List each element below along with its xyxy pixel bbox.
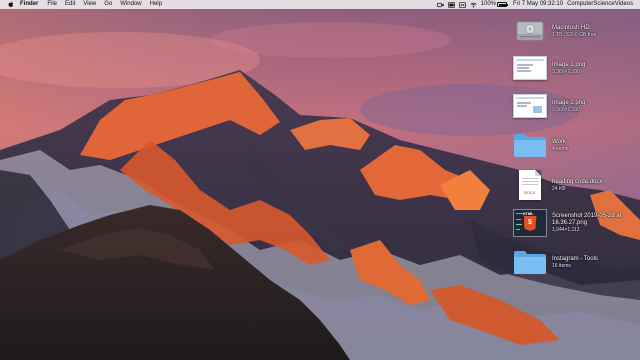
menu-bar-user-name[interactable]: ComputerScienceVideos [567, 0, 633, 9]
desktop-icon-macintosh-hd[interactable]: Macintosh HD 1 TB, 320.6 GB free [511, 14, 636, 48]
desktop-icon-info: 3,360×2,100 [552, 106, 580, 113]
html5-logo-icon: 5 [523, 216, 537, 231]
folder-icon [513, 134, 546, 157]
desktop-icon-name: Image 1.png [552, 61, 586, 68]
desktop-icon-name: heading code.docx [552, 178, 603, 185]
docx-document-icon: DOCX [518, 170, 541, 200]
battery-percentage[interactable]: 100% [481, 0, 496, 9]
desktop-icon-screenshot-png[interactable]: HTML 5 Screenshot 2019-05-28 at 16.36.27… [511, 206, 636, 240]
desktop-icon-info: 1 TB, 320.6 GB free [552, 31, 597, 38]
desktop-icon-heading-code-docx[interactable]: DOCX heading code.docx 24 KB [511, 168, 636, 202]
screenshot-thumbnail [512, 56, 547, 80]
menu-edit[interactable]: Edit [65, 0, 75, 9]
desktop-icon-work-folder[interactable]: Work 4 items [511, 128, 636, 162]
desktop-icon-name: Work [552, 138, 566, 145]
desktop-icon-info: 16 items [552, 262, 571, 269]
menu-bar-status-area: 100% Fri 7 May 09:32:10 ComputerScienceV… [434, 0, 636, 9]
teamviewer-icon[interactable] [458, 0, 467, 9]
desktop-icon-info: 1,944×1,112 [552, 227, 580, 233]
desktop-icon-instagram-tools-folder[interactable]: Instagram - Tools 16 items [511, 245, 636, 279]
desktop-icon-name: Image 2.png [552, 99, 586, 106]
camera-icon[interactable] [436, 0, 445, 9]
screenshot-thumbnail [512, 94, 547, 118]
docx-extension-label: DOCX [523, 190, 536, 195]
menu-bar-clock[interactable]: Fri 7 May 09:32:10 [513, 0, 563, 9]
desktop-icon-image-2[interactable]: Image 2.png 3,360×2,100 [511, 89, 636, 123]
menu-finder[interactable]: Finder [20, 0, 38, 9]
hard-drive-icon [516, 21, 543, 41]
html-label: HTML [522, 211, 534, 216]
menu-go[interactable]: Go [104, 0, 112, 9]
menu-view[interactable]: View [83, 0, 96, 9]
html5-screenshot-thumbnail: HTML 5 [512, 209, 547, 237]
desktop-icon-info: 24 KB [552, 185, 566, 192]
desktop-icon-info: 4 items [552, 145, 569, 152]
menu-bar: Finder File Edit View Go Window Help 100… [0, 0, 640, 9]
battery-icon[interactable] [497, 2, 509, 7]
wifi-icon[interactable] [469, 0, 478, 9]
apple-menu-icon[interactable] [8, 1, 14, 8]
graphics-icon[interactable] [447, 0, 456, 9]
desktop-icon-name: Screenshot 2019-05-28 at 16.36.27.png [552, 213, 622, 226]
desktop-icon-name: Instagram - Tools [552, 255, 598, 262]
desktop-icon-info: 3,360×2,100 [552, 68, 580, 75]
menu-file[interactable]: File [47, 0, 57, 9]
folder-icon [513, 251, 546, 274]
desktop-icon-image-1[interactable]: Image 1.png 3,360×2,100 [511, 51, 636, 85]
battery-level-fill [498, 3, 507, 6]
desktop-icon-name: Macintosh HD [552, 24, 590, 31]
menu-window[interactable]: Window [120, 0, 141, 9]
menu-help[interactable]: Help [150, 0, 162, 9]
